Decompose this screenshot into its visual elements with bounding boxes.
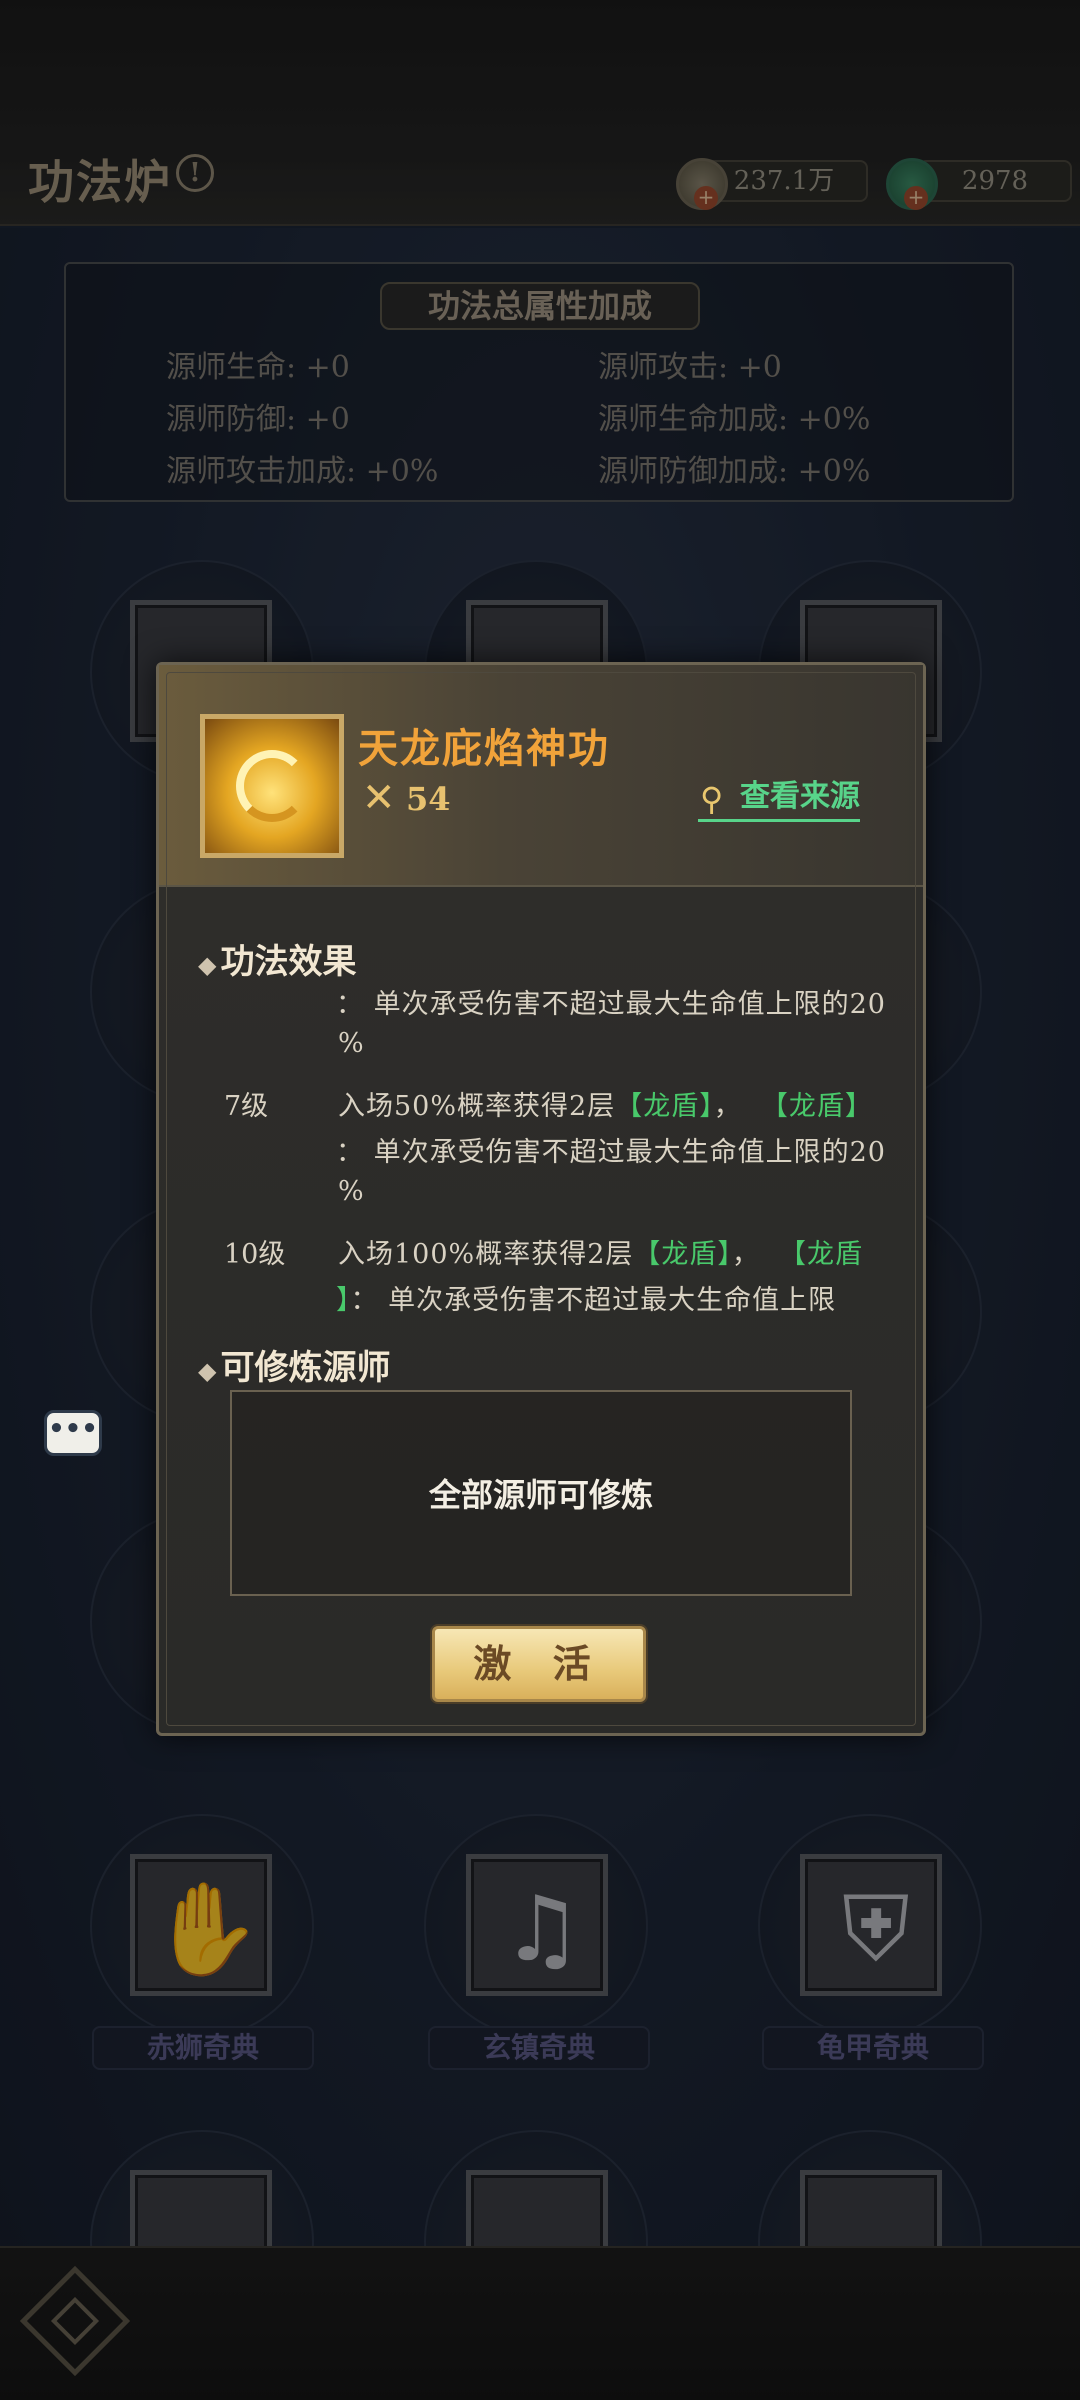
cultivators-text: 全部源师可修炼	[428, 1476, 653, 1514]
effect-line: %	[338, 1176, 365, 1207]
view-source-link[interactable]: 查看来源	[698, 774, 860, 822]
effect-line: 入场100%概率获得2层【龙盾】， 【龙盾	[338, 1232, 863, 1271]
dragon-shield-tag: 【龙盾】	[633, 1239, 732, 1270]
chat-bubble-icon[interactable]: •••	[44, 1410, 102, 1456]
effect-text: ： 单次承受伤害不超过最大生命值上限	[350, 1285, 837, 1316]
effect-level-7: 7级	[224, 1091, 269, 1122]
dragon-shield-tag: 【龙盾】	[615, 1091, 714, 1122]
skill-level: 54	[406, 780, 451, 818]
effect-section-title: ◆ 功法效果	[198, 934, 356, 983]
flame-swirl-icon	[236, 750, 308, 822]
effect-text: ，	[731, 1239, 760, 1270]
effect-text: ，	[713, 1091, 742, 1122]
cultivators-title-text: 可修炼源师	[220, 1348, 391, 1388]
dragon-shield-tag: 【龙盾】	[760, 1091, 873, 1122]
diamond-bullet-icon: ◆	[198, 1356, 217, 1385]
crossed-swords-icon: ✕	[362, 775, 396, 821]
dragon-shield-tag: 】	[336, 1285, 351, 1316]
effect-level-10: 10级	[224, 1239, 286, 1270]
effect-text: 入场50%概率获得2层	[338, 1091, 616, 1122]
effect-line: ： 单次承受伤害不超过最大生命值上限的20	[336, 989, 886, 1020]
diamond-bullet-icon: ◆	[198, 950, 217, 979]
skill-name: 天龙庇焰神功	[358, 725, 610, 772]
effect-line: 入场50%概率获得2层【龙盾】， 【龙盾】	[338, 1084, 873, 1123]
activate-button[interactable]: 激 活	[432, 1626, 646, 1702]
effect-title-text: 功法效果	[220, 942, 357, 982]
effect-text: 入场100%概率获得2层	[338, 1239, 634, 1270]
effect-line: ： 单次承受伤害不超过最大生命值上限的20	[336, 1137, 886, 1168]
dragon-shield-tag: 【龙盾	[779, 1239, 864, 1270]
effect-line: %	[338, 1028, 365, 1059]
effect-line: 】： 单次承受伤害不超过最大生命值上限	[336, 1278, 836, 1317]
cultivators-section-title: ◆ 可修炼源师	[198, 1340, 390, 1389]
